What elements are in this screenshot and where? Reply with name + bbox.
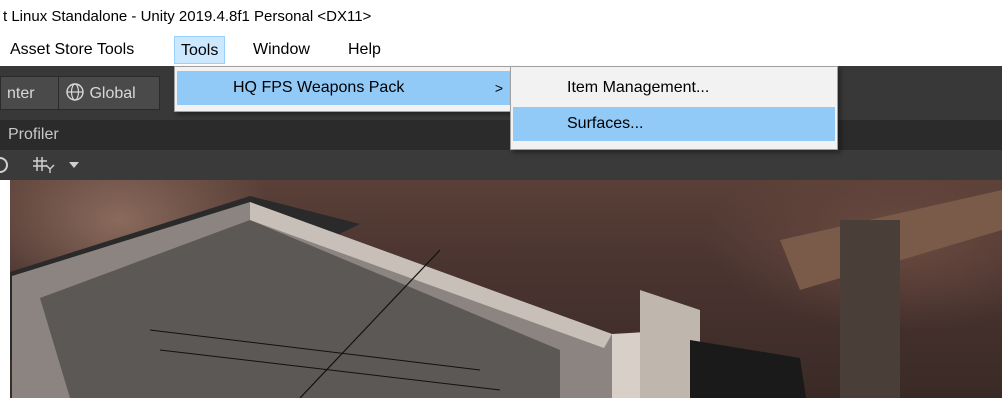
- chevron-down-icon[interactable]: [68, 161, 80, 169]
- window-title: t Linux Standalone - Unity 2019.4.8f1 Pe…: [0, 0, 1002, 34]
- menu-item-label: HQ FPS Weapons Pack: [233, 79, 405, 96]
- menu-asset-store-tools[interactable]: Asset Store Tools: [4, 36, 140, 64]
- scene-viewport[interactable]: [0, 180, 1002, 398]
- menu-item-surfaces[interactable]: Surfaces...: [513, 107, 835, 141]
- tools-dropdown: HQ FPS Weapons Pack >: [174, 66, 516, 112]
- menu-tools[interactable]: Tools: [174, 36, 226, 64]
- tab-bar: Profiler: [0, 120, 1002, 150]
- menu-item-item-management[interactable]: Item Management...: [513, 71, 835, 105]
- global-toggle-button[interactable]: Global: [58, 76, 160, 110]
- global-label: Global: [89, 85, 136, 102]
- menu-bar: Asset Store Tools Tools Window Help: [0, 34, 1002, 66]
- menu-window[interactable]: Window: [247, 36, 316, 64]
- menu-item-label: Item Management...: [567, 79, 710, 96]
- menu-help[interactable]: Help: [342, 36, 387, 64]
- scene-toolbar: [0, 150, 1002, 180]
- scene-toggle-icon[interactable]: [0, 157, 8, 173]
- submenu-arrow-icon: >: [494, 80, 503, 96]
- hq-fps-submenu: Item Management... Surfaces...: [510, 66, 838, 150]
- menu-item-hq-fps-weapons-pack[interactable]: HQ FPS Weapons Pack >: [177, 71, 513, 105]
- scene-render: [10, 190, 1002, 398]
- pivot-label: nter: [7, 85, 35, 102]
- menu-item-label: Surfaces...: [567, 115, 644, 132]
- gizmo-icon[interactable]: [32, 156, 56, 174]
- globe-icon: [66, 83, 84, 101]
- pivot-center-button[interactable]: nter: [0, 76, 60, 110]
- tab-profiler[interactable]: Profiler: [8, 120, 59, 150]
